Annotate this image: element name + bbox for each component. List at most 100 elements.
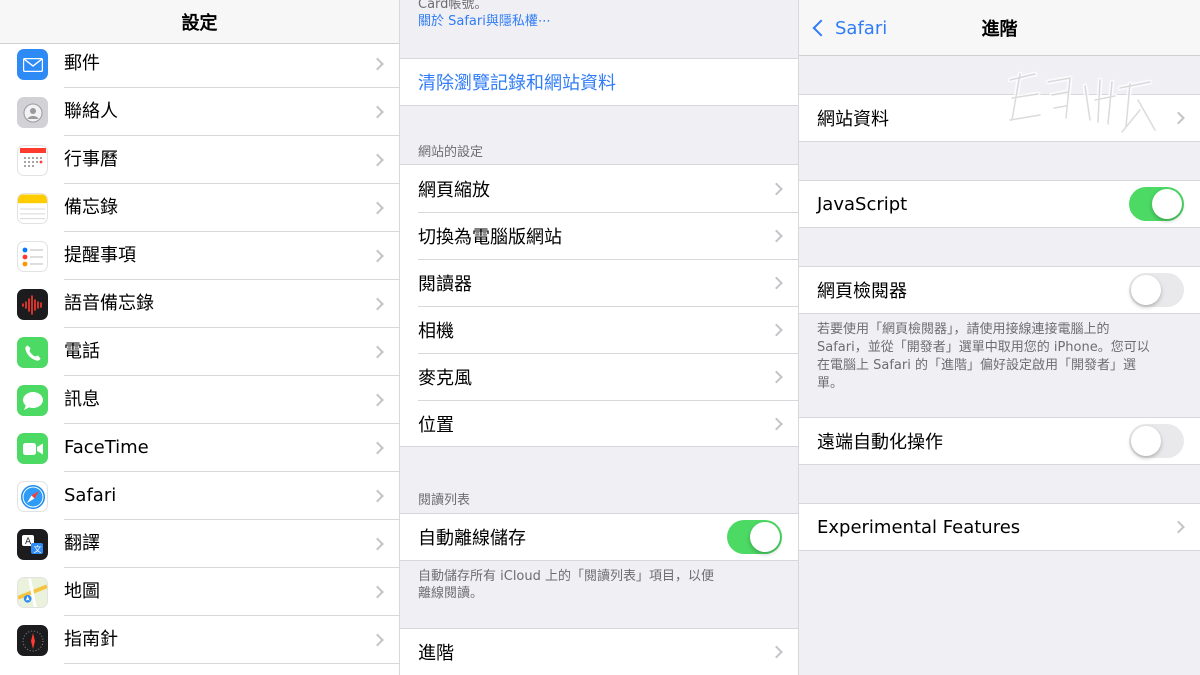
list-item-reminders[interactable]: 提醒事項: [0, 232, 399, 280]
facetime-icon: [17, 433, 48, 464]
chevron-right-icon: [770, 182, 783, 195]
row-label: 遠端自動化操作: [817, 432, 943, 453]
list-item-label: 地圖: [64, 581, 100, 602]
svg-text:A: A: [25, 537, 32, 547]
list-item-label: 備忘錄: [64, 197, 118, 218]
compass-icon: [17, 625, 48, 656]
row-label: 自動離線儲存: [418, 528, 526, 549]
list-item-translate[interactable]: A文 翻譯: [0, 520, 399, 568]
privacy-link[interactable]: 關於 Safari與隱私權⋯: [418, 13, 551, 31]
messages-icon: [17, 385, 48, 416]
list-item-phone[interactable]: 電話: [0, 328, 399, 376]
page-title: 設定: [181, 12, 218, 34]
list-item-notes[interactable]: 備忘錄: [0, 184, 399, 232]
advanced-settings-panel: Safari 進階 網站資料 JavaScript 網頁檢閱器 若要使用「網頁檢…: [798, 0, 1200, 675]
website-data-row[interactable]: 網站資料: [799, 94, 1200, 142]
chevron-right-icon: [371, 201, 384, 215]
site-setting-reader[interactable]: 閱讀器: [400, 259, 798, 306]
chevron-right-icon: [1172, 111, 1185, 125]
row-label: 網頁縮放: [418, 179, 490, 201]
list-item-label: FaceTime: [64, 437, 149, 458]
site-setting-location[interactable]: 位置: [400, 400, 798, 447]
row-label: 進階: [418, 643, 454, 664]
chevron-right-icon: [770, 229, 783, 242]
settings-list: 郵件 聯絡人 行事曆 備忘錄 提醒事項 語音備忘錄 電話 訊息 FaceTime…: [0, 1, 399, 664]
list-item-mail[interactable]: 郵件: [0, 40, 399, 88]
chevron-right-icon: [371, 393, 384, 407]
row-label: 相機: [418, 320, 454, 342]
mail-icon: [17, 49, 48, 80]
row-label: 網頁檢閱器: [817, 281, 907, 302]
remote-automation-row: 遠端自動化操作: [799, 417, 1200, 465]
voice-memos-icon: [17, 289, 48, 320]
javascript-toggle[interactable]: [1129, 187, 1184, 221]
privacy-footer-text: Card帳號。: [418, 0, 488, 12]
phone-icon: [17, 337, 48, 368]
list-item-calendar[interactable]: 行事曆: [0, 136, 399, 184]
list-item-voice-memos[interactable]: 語音備忘錄: [0, 280, 399, 328]
site-settings-group: 網頁縮放 切換為電腦版網站 閱讀器 相機 麥克風 位置: [400, 164, 798, 447]
list-item-label: 提醒事項: [64, 245, 136, 266]
chevron-right-icon: [371, 489, 384, 503]
list-item-facetime[interactable]: FaceTime: [0, 424, 399, 472]
chevron-right-icon: [770, 323, 783, 336]
web-inspector-row: 網頁檢閱器: [799, 266, 1200, 314]
list-item-label: 電話: [64, 341, 100, 362]
list-item-maps[interactable]: 地圖: [0, 568, 399, 616]
maps-icon: [17, 577, 48, 608]
chevron-right-icon: [371, 441, 384, 455]
row-label: Experimental Features: [817, 516, 1021, 538]
inspector-footer-line-2: Safari，並從「開發者」選單中取用您的 iPhone。您可以: [817, 340, 1150, 355]
row-label: 切換為電腦版網站: [418, 226, 562, 248]
list-item-label: 訊息: [64, 389, 100, 410]
list-item-safari[interactable]: Safari: [0, 472, 399, 520]
javascript-row: JavaScript: [799, 180, 1200, 228]
safari-settings-panel: Card帳號。 關於 Safari與隱私權⋯ 清除瀏覽記錄和網站資料 網站的設定…: [399, 0, 798, 675]
web-inspector-toggle[interactable]: [1129, 273, 1184, 307]
list-item-label: 翻譯: [64, 533, 100, 554]
chevron-right-icon: [770, 645, 783, 659]
chevron-right-icon: [371, 249, 384, 263]
auto-offline-save-toggle[interactable]: [727, 520, 782, 554]
remote-automation-toggle[interactable]: [1129, 424, 1184, 458]
clear-history-label: 清除瀏覽記錄和網站資料: [418, 73, 616, 94]
row-label: 位置: [418, 414, 454, 436]
chevron-right-icon: [770, 370, 783, 383]
settings-nav-bar: 設定: [0, 0, 399, 44]
chevron-right-icon: [371, 345, 384, 359]
chevron-right-icon: [371, 105, 384, 119]
clear-history-button[interactable]: 清除瀏覽記錄和網站資料: [400, 58, 798, 106]
site-setting-camera[interactable]: 相機: [400, 306, 798, 353]
chevron-right-icon: [371, 537, 384, 551]
chevron-right-icon: [1172, 520, 1185, 534]
list-item-messages[interactable]: 訊息: [0, 376, 399, 424]
chevron-right-icon: [770, 276, 783, 289]
advanced-nav-bar: Safari 進階: [799, 0, 1200, 56]
site-setting-page-zoom[interactable]: 網頁縮放: [400, 165, 798, 212]
chevron-right-icon: [371, 585, 384, 599]
chevron-right-icon: [371, 297, 384, 311]
row-label: 閱讀器: [418, 273, 472, 295]
chevron-right-icon: [371, 153, 384, 167]
translate-icon: A文: [17, 529, 48, 560]
list-item-compass[interactable]: 指南針: [0, 616, 399, 664]
site-setting-desktop-site[interactable]: 切換為電腦版網站: [400, 212, 798, 259]
list-item-label: 行事曆: [64, 149, 118, 170]
settings-list-panel: 設定 郵件 聯絡人 行事曆 備忘錄 提醒事項 語音備忘錄 電話 訊息 FaceT…: [0, 0, 399, 675]
advanced-row[interactable]: 進階: [400, 628, 798, 675]
site-setting-microphone[interactable]: 麥克風: [400, 353, 798, 400]
reminders-icon: [17, 241, 48, 272]
list-item-contacts[interactable]: 聯絡人: [0, 88, 399, 136]
experimental-features-row[interactable]: Experimental Features: [799, 503, 1200, 551]
list-item-label: 指南針: [64, 629, 118, 650]
inspector-footer-line-4: 單。: [817, 376, 844, 391]
inspector-footer-line-3: 在電腦上 Safari 的「進階」偏好設定啟用「開發者」選: [817, 358, 1136, 373]
chevron-right-icon: [770, 417, 783, 430]
section-header-reading-list: 閱讀列表: [418, 493, 471, 508]
chevron-right-icon: [371, 57, 384, 71]
row-label: 網站資料: [817, 109, 889, 130]
chevron-right-icon: [371, 633, 384, 647]
list-item-label: 語音備忘錄: [64, 293, 154, 314]
row-label: JavaScript: [817, 193, 908, 215]
reading-list-footer-line-1: 自動儲存所有 iCloud 上的「閱讀列表」項目，以便: [418, 569, 715, 584]
